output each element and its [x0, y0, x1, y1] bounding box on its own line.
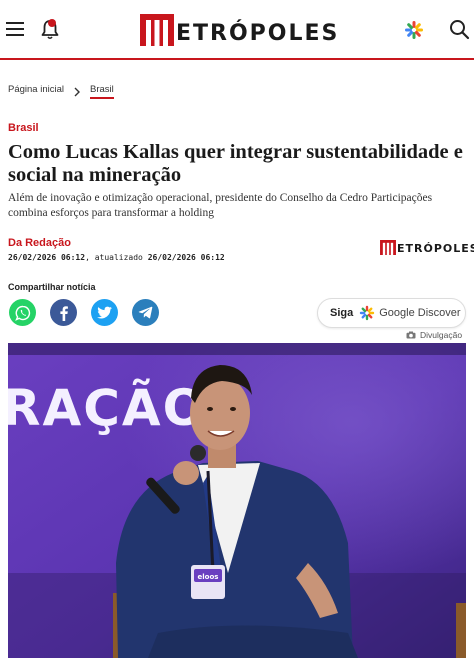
- menu-icon[interactable]: [6, 20, 26, 36]
- chevron-right-icon: [74, 87, 80, 96]
- notification-dot: [48, 19, 56, 27]
- article-title: Como Lucas Kallas quer integrar sustenta…: [8, 141, 463, 186]
- article-dates: 26/02/2026 06:12, atualizado 26/02/2026 …: [8, 253, 225, 262]
- site-header: ETRÓPOLES: [0, 0, 474, 60]
- updated-label: , atualizado: [85, 253, 143, 262]
- share-facebook-button[interactable]: [50, 299, 77, 326]
- share-whatsapp-button[interactable]: [9, 299, 36, 326]
- search-icon[interactable]: [448, 18, 470, 40]
- article-author[interactable]: Da Redação: [8, 237, 71, 249]
- whatsapp-icon: [14, 305, 30, 321]
- camera-icon: [406, 331, 416, 339]
- site-logo[interactable]: ETRÓPOLES: [140, 12, 339, 48]
- share-twitter-button[interactable]: [91, 299, 118, 326]
- logo-m-mark: [140, 14, 174, 46]
- breadcrumb-current[interactable]: Brasil: [89, 84, 114, 99]
- photo-credit: Divulgação: [406, 330, 462, 340]
- logo-m-mark: [380, 240, 396, 255]
- facebook-icon: [59, 305, 68, 321]
- backdrop-text: RAÇÃO: [8, 378, 207, 437]
- published-date: 26/02/2026 06:12: [8, 253, 86, 262]
- article-category[interactable]: Brasil: [8, 122, 39, 134]
- article-subtitle: Além de inovação e otimização operaciona…: [8, 192, 433, 219]
- telegram-icon: [138, 306, 153, 319]
- updated-date: 26/02/2026 06:12: [147, 253, 225, 262]
- share-telegram-button[interactable]: [132, 299, 159, 326]
- badge-text: eloos: [198, 573, 219, 581]
- follow-prefix: Siga: [330, 307, 354, 319]
- share-buttons: [9, 299, 173, 326]
- google-discover-icon[interactable]: [404, 20, 424, 40]
- follow-label: Google Discover: [379, 307, 461, 319]
- twitter-icon: [97, 306, 112, 319]
- follow-google-discover-button[interactable]: Siga Google Discover: [317, 298, 466, 328]
- article-photo-illustration: RAÇÃO eloos: [8, 343, 466, 658]
- logo-text: ETRÓPOLES: [176, 20, 340, 46]
- source-logo: ETRÓPOLES: [380, 240, 474, 255]
- share-label: Compartilhar notícia: [8, 282, 96, 292]
- photo-credit-text: Divulgação: [420, 330, 463, 340]
- article-photo[interactable]: RAÇÃO eloos: [8, 343, 466, 658]
- source-logo-text: ETRÓPOLES: [397, 242, 474, 255]
- breadcrumb: Página inicial Brasil: [8, 84, 114, 99]
- breadcrumb-home[interactable]: Página inicial: [8, 84, 64, 99]
- google-discover-icon: [360, 305, 375, 321]
